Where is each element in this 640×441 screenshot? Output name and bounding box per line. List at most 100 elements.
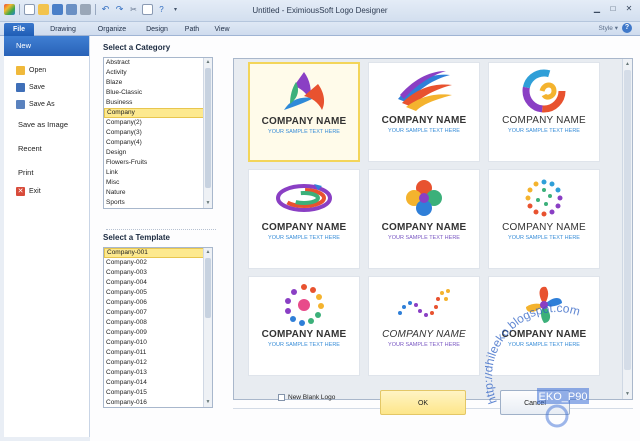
scroll-down-icon[interactable]: ▼ (204, 398, 212, 407)
template-heading: Select a Template (103, 233, 170, 242)
save-icon (16, 83, 25, 92)
template-item[interactable]: Company-015 (104, 388, 212, 398)
menu-new[interactable]: New (4, 36, 89, 56)
tab-drawing[interactable]: Drawing (44, 23, 82, 36)
section-divider (106, 229, 216, 230)
category-item[interactable]: Design (104, 148, 212, 158)
ribbon-tabs: File Drawing Organize Design Path View S… (0, 22, 640, 36)
scroll-up-icon[interactable]: ▲ (623, 59, 632, 69)
checkbox-box[interactable] (278, 394, 285, 401)
template-item[interactable]: Company-009 (104, 328, 212, 338)
template-card-1[interactable]: COMPANY NAME YOUR SAMPLE TEXT HERE (248, 62, 360, 162)
scroll-thumb[interactable] (624, 70, 631, 370)
template-card-7[interactable]: COMPANY NAME YOUR SAMPLE TEXT HERE (248, 276, 360, 376)
category-item[interactable]: Misc (104, 178, 212, 188)
style-label: Style (598, 25, 613, 32)
menu-save-as-image[interactable]: Save as Image (4, 113, 89, 137)
tab-path[interactable]: Path (180, 23, 204, 36)
ok-button[interactable]: OK (380, 390, 466, 415)
category-item[interactable]: Blue-Classic (104, 88, 212, 98)
card-company-name: COMPANY NAME (261, 329, 347, 340)
template-item[interactable]: Company-007 (104, 308, 212, 318)
template-item[interactable]: Company-002 (104, 258, 212, 268)
tab-view[interactable]: View (210, 23, 234, 36)
tab-design[interactable]: Design (140, 23, 174, 36)
scroll-thumb[interactable] (205, 258, 211, 318)
category-item[interactable]: Link (104, 168, 212, 178)
dotted-wave-logo-icon (398, 289, 450, 317)
new-blank-logo-checkbox[interactable]: New Blank Logo (278, 394, 335, 401)
scroll-thumb[interactable] (205, 68, 211, 188)
card-sample-text: YOUR SAMPLE TEXT HERE (388, 128, 460, 134)
category-item[interactable]: Nature (104, 188, 212, 198)
new-blank-logo-label: New Blank Logo (288, 394, 336, 401)
template-item[interactable]: Company-006 (104, 298, 212, 308)
template-item[interactable]: Company-013 (104, 368, 212, 378)
template-item[interactable]: Company-010 (104, 338, 212, 348)
template-card-4[interactable]: COMPANY NAME YOUR SAMPLE TEXT HERE (248, 169, 360, 269)
template-item[interactable]: Company-005 (104, 288, 212, 298)
menu-save[interactable]: Save (4, 79, 89, 96)
menu-open-label: Open (29, 67, 47, 74)
blog-watermark: http://dhileeko.blogspot.com EKO_P90 (485, 302, 589, 428)
maximize-icon[interactable]: □ (608, 4, 618, 14)
template-card-3[interactable]: COMPANY NAME YOUR SAMPLE TEXT HERE (488, 62, 600, 162)
dotted-spiral-logo-icon (525, 179, 563, 217)
menu-open[interactable]: Open (4, 62, 89, 79)
card-company-name: COMPANY NAME (381, 222, 467, 233)
card-company-name: COMPANY NAME (502, 222, 586, 233)
exit-icon: ✕ (16, 187, 25, 196)
template-item[interactable]: Company-011 (104, 348, 212, 358)
swoosh-wing-logo-icon (398, 71, 452, 111)
close-icon[interactable]: ✕ (624, 4, 634, 14)
category-item[interactable]: Company(4) (104, 138, 212, 148)
file-menu-sidebar: New Open Save Save As Save as Image Rece… (4, 36, 90, 437)
window-controls: ▁ □ ✕ (592, 4, 634, 14)
menu-save-as-label: Save As (29, 101, 55, 108)
minimize-icon[interactable]: ▁ (592, 4, 602, 14)
template-scrollbar[interactable]: ▲ ▼ (203, 248, 212, 407)
category-heading: Select a Category (103, 43, 171, 52)
card-sample-text: YOUR SAMPLE TEXT HERE (268, 129, 340, 135)
template-item[interactable]: Company-014 (104, 378, 212, 388)
category-item[interactable]: Sports (104, 198, 212, 208)
category-list[interactable]: Abstract Activity Blaze Blue-Classic Busines… (103, 57, 213, 209)
template-item[interactable]: Company-016 (104, 398, 212, 407)
template-item[interactable]: Company-004 (104, 278, 212, 288)
category-item[interactable]: Blaze (104, 78, 212, 88)
tab-organize[interactable]: Organize (90, 23, 134, 36)
abstract-triangle-logo-icon (284, 72, 325, 110)
template-card-5[interactable]: COMPANY NAME YOUR SAMPLE TEXT HERE (368, 169, 480, 269)
scroll-down-icon[interactable]: ▼ (204, 199, 212, 208)
template-card-8[interactable]: COMPANY NAME YOUR SAMPLE TEXT HERE (368, 276, 480, 376)
menu-exit[interactable]: ✕ Exit (4, 183, 89, 200)
template-item[interactable]: Company-012 (104, 358, 212, 368)
window-title: Untitled - EximiousSoft Logo Designer (252, 6, 388, 15)
menu-save-as[interactable]: Save As (4, 96, 89, 113)
dot-ring-logo-icon (285, 284, 324, 326)
card-sample-text: YOUR SAMPLE TEXT HERE (388, 235, 460, 241)
template-list[interactable]: Company-001 Company-002 Company-003 Company… (103, 247, 213, 408)
menu-print[interactable]: Print (4, 161, 89, 185)
style-selector[interactable]: Style ▾ (598, 24, 618, 32)
help-button[interactable]: ? (622, 23, 632, 33)
category-scrollbar[interactable]: ▲ ▼ (203, 58, 212, 208)
category-item[interactable]: Abstract (104, 58, 212, 68)
category-item[interactable]: Company(2) (104, 118, 212, 128)
tab-file[interactable]: File (4, 23, 34, 36)
menu-exit-label: Exit (29, 188, 41, 195)
menu-save-label: Save (29, 84, 45, 91)
template-card-2[interactable]: COMPANY NAME YOUR SAMPLE TEXT HERE (368, 62, 480, 162)
category-item[interactable]: Company (104, 108, 212, 118)
template-item[interactable]: Company-001 (104, 248, 212, 258)
scroll-up-icon[interactable]: ▲ (204, 248, 212, 257)
template-item[interactable]: Company-008 (104, 318, 212, 328)
template-item[interactable]: Company-003 (104, 268, 212, 278)
category-item[interactable]: Company(3) (104, 128, 212, 138)
menu-recent[interactable]: Recent (4, 137, 89, 161)
category-item[interactable]: Business (104, 98, 212, 108)
category-item[interactable]: Activity (104, 68, 212, 78)
category-item[interactable]: Flowers-Fruits (104, 158, 212, 168)
template-card-6[interactable]: COMPANY NAME YOUR SAMPLE TEXT HERE (488, 169, 600, 269)
scroll-up-icon[interactable]: ▲ (204, 58, 212, 67)
